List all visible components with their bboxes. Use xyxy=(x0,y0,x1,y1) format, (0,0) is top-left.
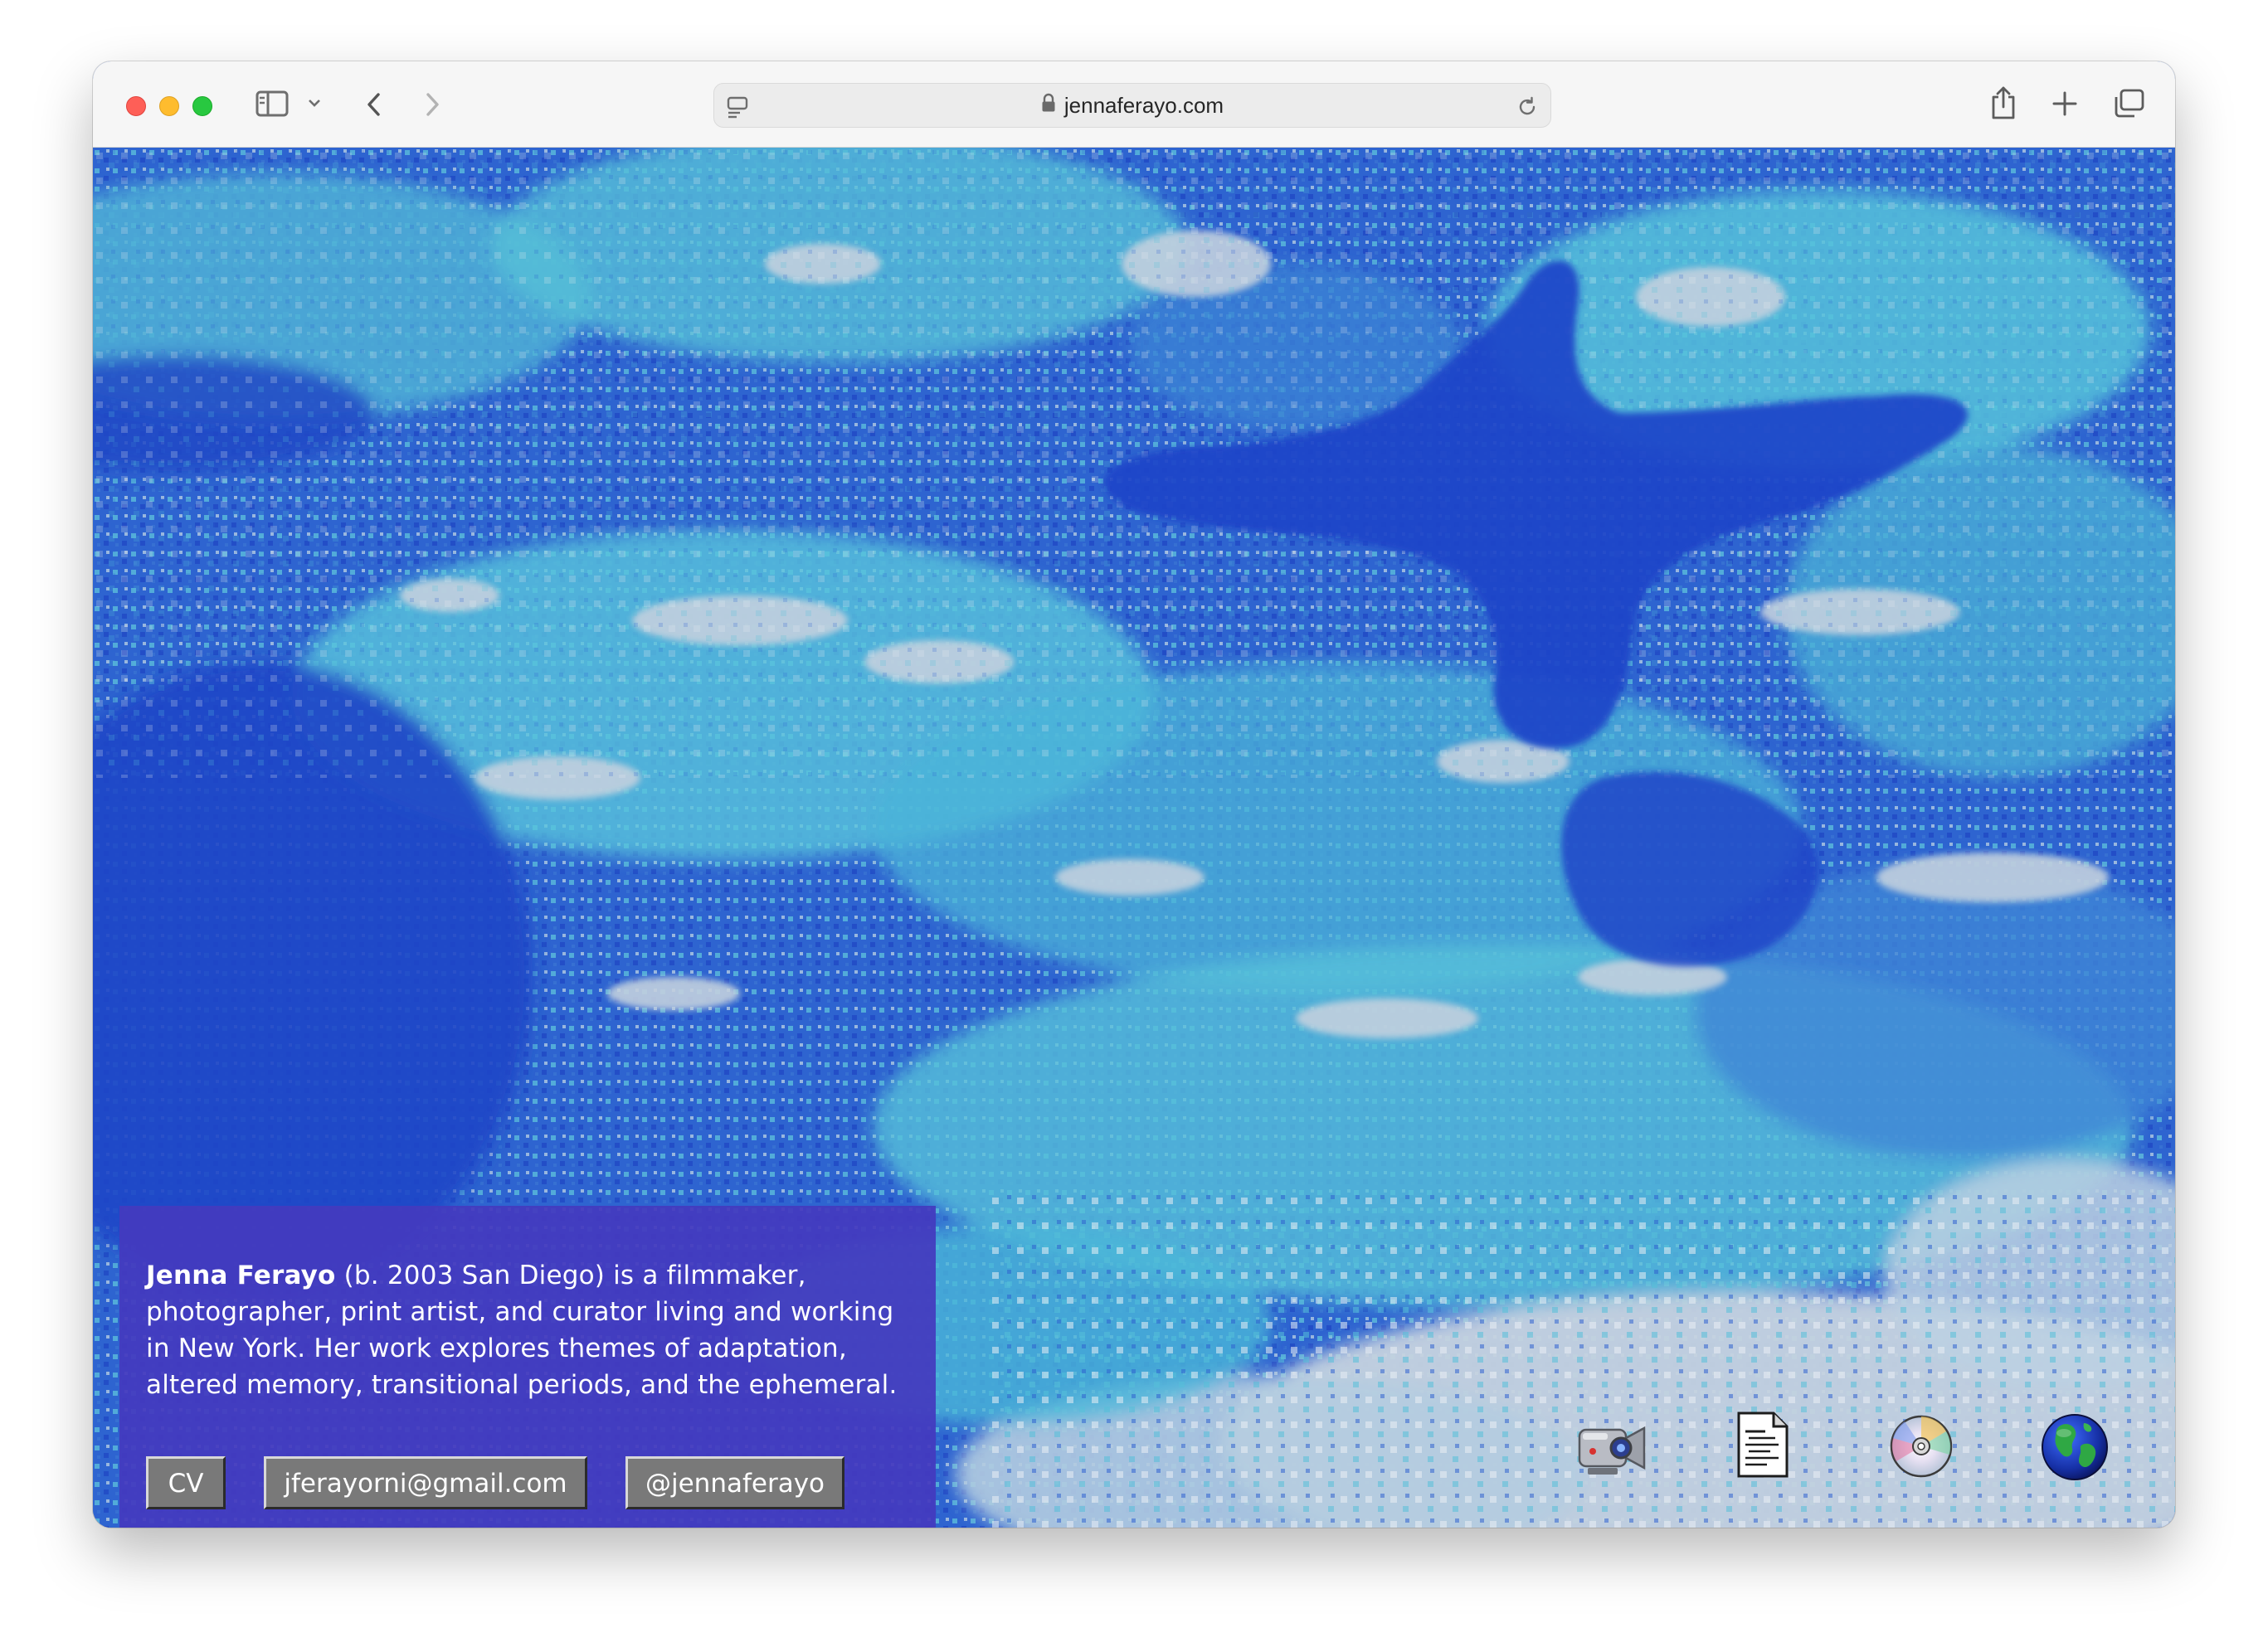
cv-button[interactable]: CV xyxy=(146,1456,226,1509)
minimize-window-button[interactable] xyxy=(159,96,179,116)
bio-panel: Jenna Ferayo (b. 2003 San Diego) is a fi… xyxy=(119,1206,936,1528)
page-content: Jenna Ferayo (b. 2003 San Diego) is a fi… xyxy=(93,148,2175,1528)
document-icon xyxy=(1737,1411,1789,1478)
chevron-left-icon xyxy=(367,93,380,116)
chevron-down-icon xyxy=(309,100,320,107)
camcorder-link[interactable] xyxy=(1574,1413,1651,1483)
artist-name: Jenna Ferayo xyxy=(146,1261,336,1290)
url-text: jennaferayo.com xyxy=(1063,93,1224,118)
globe-link[interactable] xyxy=(2039,1411,2110,1486)
chevron-right-icon xyxy=(426,93,439,116)
plus-icon xyxy=(2052,91,2077,116)
tab-group-menu-button[interactable] xyxy=(307,98,322,108)
document-link[interactable] xyxy=(1734,1410,1792,1483)
share-button[interactable] xyxy=(1989,85,2017,121)
forward-button[interactable] xyxy=(421,90,443,119)
instagram-button[interactable]: @jennaferayo xyxy=(625,1456,844,1509)
tab-overview-icon xyxy=(2115,89,2144,118)
bio-text: Jenna Ferayo (b. 2003 San Diego) is a fi… xyxy=(146,1257,908,1403)
browser-window: jennaferayo.com Jenna Ferayo (b. 2003 Sa… xyxy=(93,61,2175,1528)
lock-icon xyxy=(1041,84,1056,127)
address-bar[interactable]: jennaferayo.com xyxy=(713,83,1551,128)
zoom-window-button[interactable] xyxy=(192,96,212,116)
new-tab-button[interactable] xyxy=(2051,90,2079,118)
globe-icon xyxy=(2042,1414,2108,1480)
camcorder-icon xyxy=(1578,1426,1646,1475)
sidebar-icon xyxy=(256,90,289,117)
email-button[interactable]: jferayorni@gmail.com xyxy=(264,1456,587,1509)
close-window-button[interactable] xyxy=(126,96,146,116)
cd-icon xyxy=(1890,1415,1953,1478)
back-button[interactable] xyxy=(363,90,385,119)
tab-overview-button[interactable] xyxy=(2112,88,2145,119)
browser-toolbar: jennaferayo.com xyxy=(93,61,2175,148)
share-icon xyxy=(1992,86,2015,119)
reload-icon[interactable] xyxy=(1516,95,1539,119)
sidebar-toggle-button[interactable] xyxy=(256,90,289,118)
url-display[interactable]: jennaferayo.com xyxy=(714,84,1550,127)
cd-link[interactable] xyxy=(1888,1413,1954,1483)
